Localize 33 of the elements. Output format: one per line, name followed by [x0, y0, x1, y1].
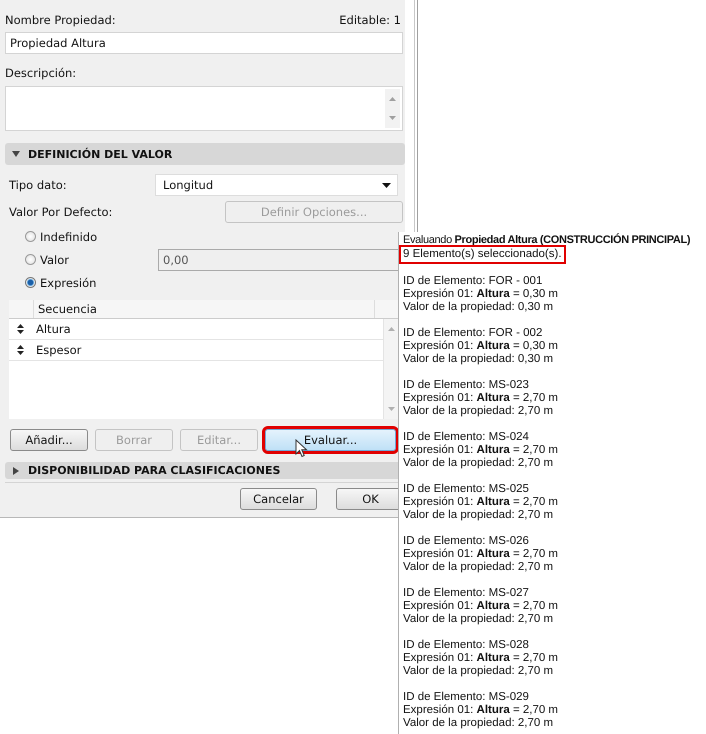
- property-value: Valor de la propiedad: 2,70 m: [403, 561, 554, 574]
- element-id: ID de Elemento: FOR - 001: [403, 275, 544, 288]
- property-value: Valor de la propiedad: 2,70 m: [403, 613, 554, 626]
- element-id: ID de Elemento: MS-027: [403, 587, 530, 600]
- description-label: Descripción:: [5, 66, 78, 80]
- editable-count: Editable: 1: [339, 12, 401, 26]
- element-id: ID de Elemento: MS-025: [403, 483, 530, 496]
- property-value: Valor de la propiedad: 0,30 m: [403, 353, 554, 366]
- expression-line: Expresión 01: Altura = 2,70 m: [403, 600, 560, 613]
- default-value-label: Valor Por Defecto:: [8, 205, 112, 219]
- expression-line: Expresión 01: Altura = 0,30 m: [403, 288, 560, 301]
- evaluation-title: Evaluando Propiedad Altura (CONSTRUCCIÓN PRINCIPAL): [403, 234, 692, 247]
- property-value: Valor de la propiedad: 0,30 m: [403, 301, 554, 314]
- property-value: Valor de la propiedad: 2,70 m: [403, 717, 554, 730]
- element-id: ID de Elemento: MS-028: [403, 639, 530, 652]
- element-id: ID de Elemento: MS-023: [403, 379, 530, 392]
- element-id: ID de Elemento: MS-026: [403, 535, 530, 548]
- expression-line: Expresión 01: Altura = 0,30 m: [403, 340, 560, 353]
- data-type-label: Tipo dato:: [8, 178, 68, 192]
- expression-line: Expresión 01: Altura = 2,70 m: [403, 496, 560, 509]
- property-value: Valor de la propiedad: 2,70 m: [403, 457, 554, 470]
- expression-line: Expresión 01: Altura = 2,70 m: [403, 652, 560, 665]
- property-value: Valor de la propiedad: 2,70 m: [403, 405, 554, 418]
- expression-line: Expresión 01: Altura = 2,70 m: [403, 548, 560, 561]
- expression-line: Expresión 01: Altura = 2,70 m: [403, 444, 560, 457]
- expression-line: Expresión 01: Altura = 2,70 m: [403, 704, 560, 717]
- property-value: Valor de la propiedad: 2,70 m: [403, 665, 554, 678]
- element-id: ID de Elemento: FOR - 002: [403, 327, 544, 340]
- element-id: ID de Elemento: MS-024: [403, 431, 530, 444]
- property-value: Valor de la propiedad: 2,70 m: [403, 509, 554, 522]
- element-id: ID de Elemento: MS-029: [403, 691, 530, 704]
- name-label: Nombre Propiedad:: [5, 12, 116, 26]
- expression-line: Expresión 01: Altura = 2,70 m: [403, 392, 560, 405]
